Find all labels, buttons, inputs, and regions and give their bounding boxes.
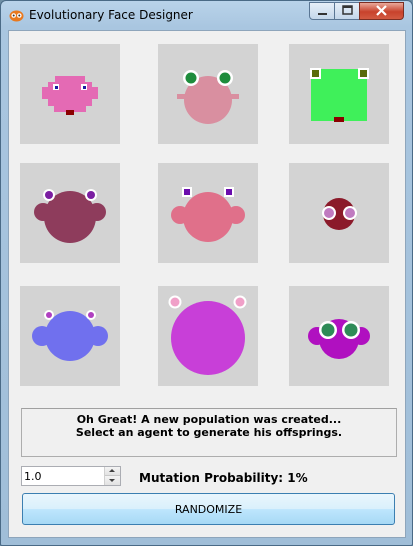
spinner-up-button[interactable] bbox=[105, 467, 120, 476]
agent-face-1 bbox=[42, 76, 98, 115]
agent-cell-3[interactable] bbox=[289, 44, 389, 144]
agent-face-5 bbox=[171, 187, 245, 242]
mutation-probability-label: Mutation Probability: 1% bbox=[139, 471, 308, 485]
minimize-icon bbox=[318, 13, 327, 15]
randomize-button[interactable]: RANDOMIZE bbox=[22, 493, 395, 525]
spinner-down-button[interactable] bbox=[105, 476, 120, 485]
agent-cell-7[interactable] bbox=[20, 286, 120, 386]
chevron-up-icon bbox=[109, 469, 115, 472]
agent-face-6 bbox=[322, 198, 357, 230]
agent-face-7 bbox=[32, 310, 108, 361]
chevron-down-icon bbox=[109, 479, 115, 482]
title-bar[interactable]: Evolutionary Face Designer bbox=[1, 1, 412, 31]
app-window: Evolutionary Face Designer Oh Great! A n… bbox=[0, 0, 413, 546]
agent-face-9 bbox=[308, 319, 370, 359]
status-line-1: Oh Great! A new population was created..… bbox=[76, 413, 342, 426]
agent-cell-8[interactable] bbox=[158, 286, 258, 386]
close-button[interactable] bbox=[359, 2, 404, 20]
spinner-buttons bbox=[104, 467, 120, 485]
status-line-2: Select an agent to generate his offsprin… bbox=[75, 426, 343, 439]
minimize-button[interactable] bbox=[309, 2, 335, 20]
agent-cell-5[interactable] bbox=[158, 163, 258, 263]
agent-cell-4[interactable] bbox=[20, 163, 120, 263]
agent-cell-1[interactable] bbox=[20, 44, 120, 144]
window-title: Evolutionary Face Designer bbox=[29, 8, 193, 22]
mutation-value-input[interactable] bbox=[24, 468, 102, 484]
agent-cell-9[interactable] bbox=[289, 286, 389, 386]
status-panel: Oh Great! A new population was created..… bbox=[21, 408, 397, 457]
owl-face-icon bbox=[9, 10, 24, 22]
close-icon bbox=[376, 5, 387, 16]
agent-face-4 bbox=[34, 189, 106, 243]
maximize-icon bbox=[342, 5, 353, 15]
client-area: Oh Great! A new population was created..… bbox=[8, 30, 406, 538]
maximize-button[interactable] bbox=[334, 2, 360, 20]
agent-cell-2[interactable] bbox=[158, 44, 258, 144]
agent-face-3 bbox=[310, 68, 369, 122]
agent-face-8 bbox=[168, 295, 247, 375]
mutation-spinner[interactable] bbox=[21, 466, 121, 486]
agent-face-2 bbox=[177, 70, 239, 124]
agent-cell-6[interactable] bbox=[289, 163, 389, 263]
